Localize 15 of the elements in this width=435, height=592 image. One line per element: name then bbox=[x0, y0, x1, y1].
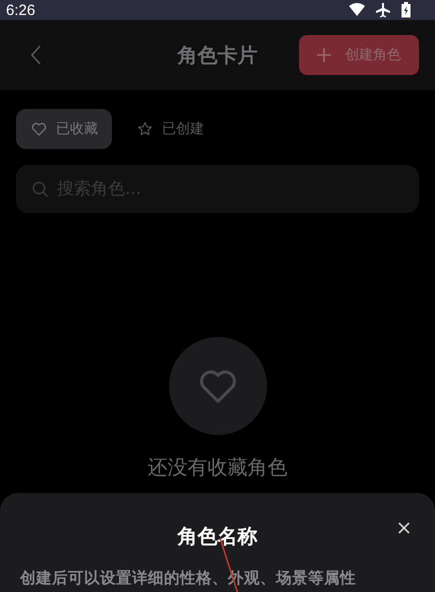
tab[interactable]: 已收藏 bbox=[16, 109, 112, 149]
sheet-title: 角色名称 bbox=[178, 523, 258, 550]
star-icon bbox=[136, 120, 154, 138]
close-icon[interactable] bbox=[398, 522, 410, 534]
tab[interactable]: 已创建 bbox=[122, 109, 218, 149]
plus-icon bbox=[317, 48, 331, 62]
back-icon[interactable] bbox=[30, 45, 42, 65]
create-button[interactable]: 创建角色 bbox=[299, 35, 419, 75]
airplane-icon bbox=[375, 2, 391, 18]
clock-time: 6:26 bbox=[6, 2, 36, 18]
page-title: 角色卡片 bbox=[178, 42, 258, 68]
wifi-icon bbox=[349, 3, 365, 17]
empty-message: 还没有收藏角色 bbox=[148, 454, 288, 481]
search-icon bbox=[32, 181, 49, 198]
heart-icon bbox=[30, 120, 48, 138]
